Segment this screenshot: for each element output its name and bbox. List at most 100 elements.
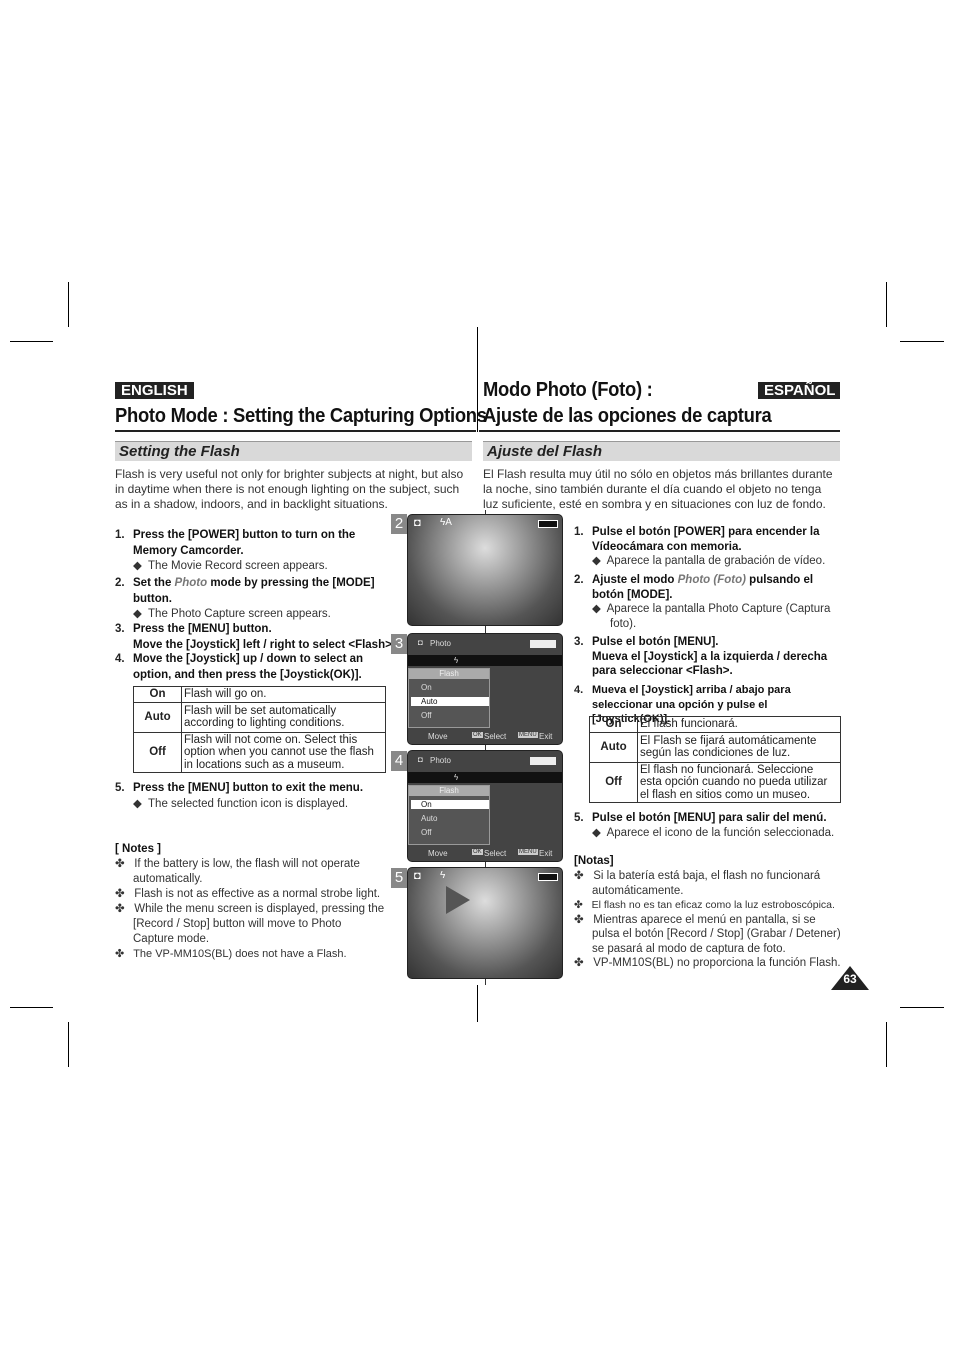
- crop-mark: [10, 1007, 53, 1008]
- step-text: Press the [POWER] button to turn on the …: [133, 529, 356, 557]
- note: ✤ While the menu screen is displayed, pr…: [115, 903, 385, 945]
- crop-mark: [886, 1022, 887, 1067]
- footer-select: Select: [484, 849, 507, 858]
- menu-item-auto[interactable]: Auto: [411, 814, 489, 823]
- option-name: Off: [133, 731, 182, 773]
- step-sub-text: Aparece la pantalla Photo Capture (Captu…: [606, 603, 831, 630]
- option-desc: Flash will go on.: [181, 686, 386, 703]
- step-badge: 3: [391, 634, 407, 654]
- step-text: Pulse el botón [MENU] para salir del men…: [592, 812, 827, 824]
- step-text: Ajuste el modo: [592, 574, 678, 586]
- menu-key-icon: MENU: [518, 732, 538, 738]
- step-sub: ◆ The selected function icon is displaye…: [133, 797, 349, 810]
- step-5-es: 5. Pulse el botón [MENU] para salir del …: [574, 811, 840, 840]
- note: ✤ El flash no es tan eficaz como la luz …: [574, 899, 835, 911]
- step-number: 4.: [115, 653, 125, 665]
- menu-title: Flash: [409, 786, 489, 796]
- step-1: 1. Press the [POWER] button to turn on t…: [115, 528, 385, 575]
- step-number: 5.: [115, 782, 125, 794]
- menu-key-icon: MENU: [518, 849, 538, 855]
- step-text: Move the [Joystick] up / down to select …: [133, 653, 364, 681]
- step-sub-text: Aparece la pantalla de grabación de víde…: [606, 555, 826, 567]
- camera-screen-photo: ◘ ϟ: [407, 867, 563, 979]
- notes-title-english: [ Notes ]: [115, 843, 161, 855]
- option-name: Auto: [133, 701, 182, 733]
- step-text: Set the: [133, 577, 175, 589]
- step-sub-text: The selected function icon is displayed.: [148, 797, 349, 810]
- step-text: Pulse el botón [MENU].: [592, 636, 719, 648]
- step-number: 3.: [574, 636, 584, 648]
- battery-icon: [538, 520, 558, 528]
- step-badge: 4: [391, 751, 407, 771]
- step-sub: ◆ Aparece la pantalla de grabación de ví…: [592, 555, 826, 567]
- note: ✤ Mientras aparece el menú en pantalla, …: [574, 913, 841, 955]
- step-text: Press the [MENU] button.: [133, 623, 272, 635]
- ok-key-icon: OK: [472, 732, 483, 738]
- note-text: VP-MM10S(BL) no proporciona la función F…: [593, 957, 841, 969]
- crop-mark: [68, 1022, 69, 1067]
- camera-screen-photo: ◘ ϟA: [407, 514, 563, 626]
- footer-exit: Exit: [539, 849, 553, 858]
- menu-item-on[interactable]: On: [411, 683, 489, 692]
- step-sub-text: The Movie Record screen appears.: [148, 560, 328, 572]
- divider: [115, 430, 476, 432]
- step-3: 3. Press the [MENU] button. Move the [Jo…: [115, 622, 395, 653]
- camera-icon: ◘: [418, 638, 423, 647]
- menu-item-auto[interactable]: Auto: [411, 697, 489, 706]
- page-number: 63: [843, 972, 857, 986]
- mode-name: Photo (Foto): [677, 574, 746, 586]
- ok-key-icon: OK: [472, 849, 483, 855]
- page-title-english: Photo Mode : Setting the Capturing Optio…: [115, 405, 487, 427]
- note-text: If the battery is low, the flash will no…: [133, 858, 360, 885]
- camera-icon: ◘: [418, 755, 423, 764]
- note-text: While the menu screen is displayed, pres…: [133, 903, 385, 945]
- step-sub: ◆ Aparece la pantalla Photo Capture (Cap…: [592, 603, 831, 630]
- crop-mark: [900, 1007, 944, 1008]
- menu-item-on[interactable]: On: [411, 800, 489, 809]
- step-5: 5. Press the [MENU] button to exit the m…: [115, 781, 385, 812]
- menu-icon-bar: ϟ: [408, 655, 562, 666]
- camera-screen-menu: ◘ Photo ϟ Flash On Auto Off Move OK Sele…: [407, 633, 563, 745]
- option-name: Auto: [589, 731, 638, 763]
- step-2: 2. Set the Photo mode by pressing the [M…: [115, 576, 385, 623]
- footer-move: Move: [428, 732, 448, 741]
- step-4: 4. Move the [Joystick] up / down to sele…: [115, 652, 385, 683]
- flash-auto-icon: ϟA: [440, 517, 452, 528]
- note-text: Mientras aparece el menú en pantalla, si…: [592, 913, 841, 955]
- flash-menu: Flash On Auto Off: [408, 668, 490, 728]
- crop-mark: [886, 282, 887, 327]
- intro-english: Flash is very useful not only for bright…: [115, 467, 464, 511]
- pointer-arrow-icon: [446, 886, 470, 914]
- spanish-label: ESPAÑOL: [758, 382, 840, 399]
- intro-spanish: El Flash resulta muy útil no sólo en obj…: [483, 467, 833, 511]
- step-text: Move the [Joystick] left / right to sele…: [133, 638, 396, 651]
- step-number: 2.: [115, 577, 125, 589]
- option-name: Off: [589, 761, 638, 803]
- step-number: 3.: [115, 623, 125, 635]
- option-desc: El Flash se fijará automáticamente según…: [637, 731, 841, 763]
- step-sub: ◆ Aparece el icono de la función selecci…: [592, 826, 835, 839]
- section-heading-english: Setting the Flash: [115, 441, 472, 461]
- camera-icon: ◘: [414, 870, 421, 882]
- notes-spanish: ✤ Si la batería está baja, el flash no f…: [574, 869, 842, 971]
- step-number: 5.: [574, 812, 584, 824]
- note-text: The VP-MM10S(BL) does not have a Flash.: [133, 948, 347, 960]
- menu-item-off[interactable]: Off: [411, 828, 489, 837]
- menu-item-off[interactable]: Off: [411, 711, 489, 720]
- option-desc: Flash will be set automatically accordin…: [181, 701, 386, 733]
- option-name: On: [133, 686, 182, 703]
- screen-title: Photo: [430, 756, 451, 765]
- step-number: 2.: [574, 574, 584, 586]
- menu-icon-bar: ϟ: [408, 772, 562, 783]
- step-number: 4.: [574, 684, 584, 696]
- table-row: On Flash will go on.: [133, 686, 386, 703]
- note: ✤ The VP-MM10S(BL) does not have a Flash…: [115, 948, 347, 960]
- step-text: Mueva el [Joystick] a la izquierda / der…: [592, 650, 828, 678]
- note-text: Si la batería está baja, el flash no fun…: [592, 870, 821, 897]
- note: ✤ If the battery is low, the flash will …: [115, 858, 360, 885]
- camera-screen-menu: ◘ Photo ϟ Flash On Auto Off Move OK Sele…: [407, 750, 563, 862]
- crop-mark: [900, 341, 944, 342]
- step-3-es: 3. Pulse el botón [MENU]. Mueva el [Joys…: [574, 635, 840, 679]
- step-1-es: 1. Pulse el botón [POWER] para encender …: [574, 525, 840, 569]
- footer-select: Select: [484, 732, 507, 741]
